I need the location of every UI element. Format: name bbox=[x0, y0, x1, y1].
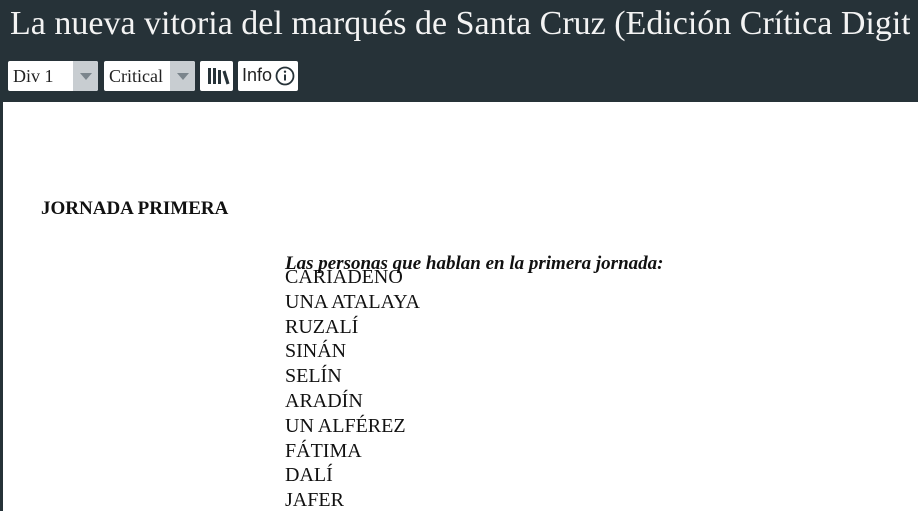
chevron-down-icon bbox=[177, 73, 189, 80]
person-item: RUZALÍ bbox=[285, 315, 359, 338]
edition-text-panel: JORNADA PRIMERA Las personas que hablan … bbox=[2, 102, 918, 511]
person-item: DALÍ bbox=[285, 464, 333, 487]
person-item: UNA ATALAYA bbox=[285, 290, 420, 313]
digital-edition-app: La nueva vitoria del marqués de Santa Cr… bbox=[0, 0, 918, 511]
person-item: CARIADENO bbox=[285, 266, 403, 288]
library-button[interactable] bbox=[200, 61, 233, 91]
person-item: ARADÍN bbox=[285, 389, 363, 412]
edition-toolbar: Div 1 Critical Info bbox=[0, 50, 918, 102]
edition-select-arrow-box bbox=[170, 61, 195, 91]
page-header: La nueva vitoria del marqués de Santa Cr… bbox=[0, 0, 918, 50]
edition-select[interactable]: Critical bbox=[104, 61, 195, 91]
info-button[interactable]: Info bbox=[238, 61, 298, 91]
page-title: La nueva vitoria del marqués de Santa Cr… bbox=[10, 5, 910, 42]
jornada-heading: JORNADA PRIMERA bbox=[41, 197, 229, 219]
dramatis-personae-list: CARIADENO UNA ATALAYA RUZALÍ SINÁN SELÍN… bbox=[285, 265, 420, 511]
chevron-down-icon bbox=[80, 73, 92, 80]
person-item: JAFER bbox=[285, 489, 344, 511]
person-item: FÁTIMA bbox=[285, 439, 362, 462]
edition-select-value: Critical bbox=[109, 66, 163, 86]
person-item: SINÁN bbox=[285, 340, 347, 363]
person-item: UN ALFÉREZ bbox=[285, 414, 406, 437]
info-button-label: Info bbox=[242, 65, 273, 85]
division-select-value: Div 1 bbox=[13, 66, 54, 86]
person-item: SELÍN bbox=[285, 365, 342, 388]
info-circle-icon bbox=[275, 66, 295, 86]
library-books-icon bbox=[208, 68, 230, 85]
division-select[interactable]: Div 1 bbox=[8, 61, 98, 91]
division-select-arrow-box bbox=[73, 61, 98, 91]
